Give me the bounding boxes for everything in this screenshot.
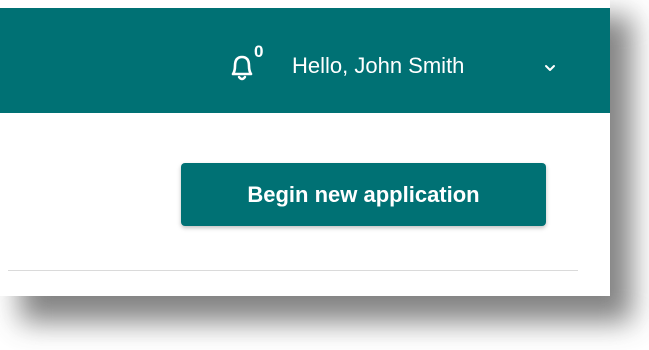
user-greeting[interactable]: Hello, John Smith <box>292 55 464 77</box>
begin-new-application-button[interactable]: Begin new application <box>181 163 546 226</box>
app-window: 0 Hello, John Smith Begin new applicatio… <box>0 0 610 296</box>
section-divider <box>8 270 578 271</box>
notification-count-badge: 0 <box>254 42 264 61</box>
top-header-bar: 0 Hello, John Smith <box>0 8 610 113</box>
screenshot-stage: 0 Hello, John Smith Begin new applicatio… <box>0 0 649 350</box>
bell-icon[interactable] <box>227 48 257 84</box>
chevron-down-icon[interactable] <box>543 63 557 73</box>
